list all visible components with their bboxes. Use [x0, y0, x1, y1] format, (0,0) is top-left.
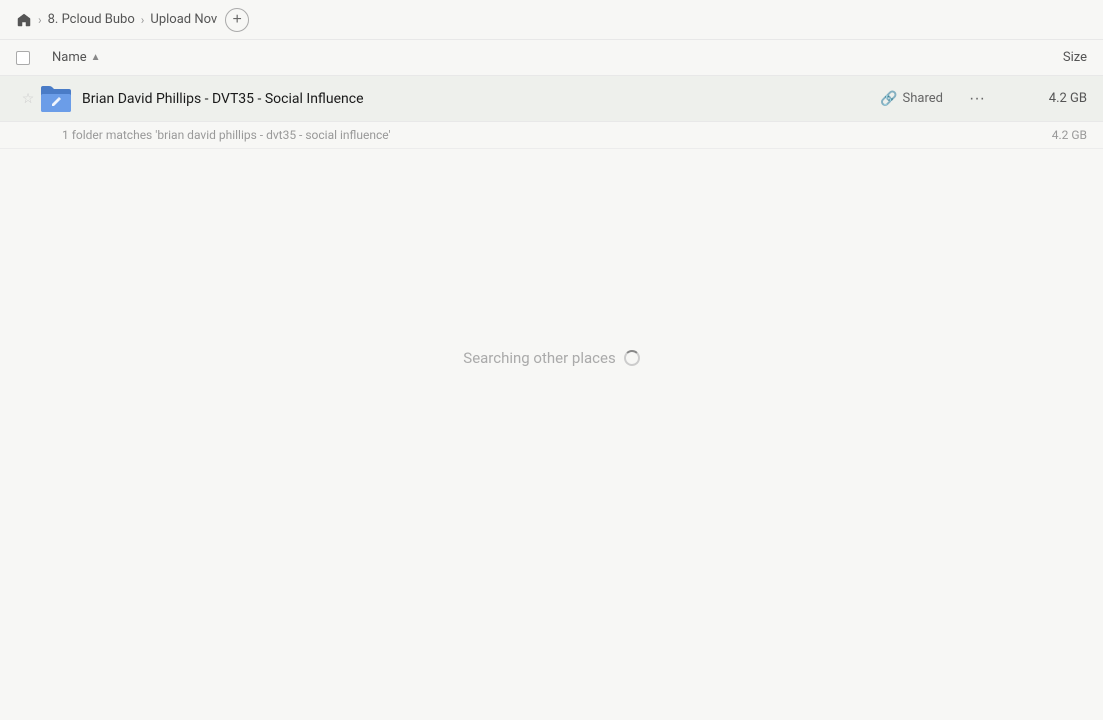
breadcrumb-add-button[interactable]: +	[225, 8, 249, 32]
link-icon: 🔗	[880, 91, 897, 107]
file-size: 4.2 GB	[1007, 91, 1087, 106]
star-button[interactable]: ☆	[16, 91, 40, 107]
breadcrumb-label-1: 8. Pcloud Bubo	[48, 12, 135, 27]
more-options-button[interactable]: ···	[963, 85, 991, 113]
match-text-row: 1 folder matches 'brian david phillips -…	[0, 122, 1103, 149]
table-header: Name ▲ Size	[0, 40, 1103, 76]
star-icon: ☆	[22, 91, 35, 107]
shared-label: Shared	[903, 91, 943, 106]
folder-icon	[40, 83, 72, 115]
breadcrumb-home[interactable]	[16, 12, 32, 28]
size-col-label: Size	[1063, 50, 1087, 65]
match-size: 4.2 GB	[1052, 128, 1087, 142]
breadcrumb-label-2: Upload Nov	[150, 12, 217, 27]
searching-section: Searching other places	[0, 149, 1103, 367]
file-name-text: Brian David Phillips - DVT35 - Social In…	[82, 91, 364, 107]
shared-badge: 🔗 Shared	[880, 91, 943, 107]
breadcrumb-sep-1: ›	[38, 13, 42, 27]
breadcrumb-item-2[interactable]: Upload Nov	[150, 12, 217, 27]
select-all-col[interactable]	[16, 51, 52, 65]
size-column-header: Size	[1007, 50, 1087, 65]
breadcrumb-item-1[interactable]: 8. Pcloud Bubo	[48, 12, 135, 27]
searching-label: Searching other places	[463, 349, 615, 367]
file-row[interactable]: ☆ Brian David Phillips - DVT35 - Social …	[0, 76, 1103, 122]
sort-arrow-icon: ▲	[91, 52, 101, 63]
file-name: Brian David Phillips - DVT35 - Social In…	[82, 91, 880, 107]
add-icon: +	[233, 11, 242, 29]
select-all-checkbox[interactable]	[16, 51, 30, 65]
home-icon	[16, 12, 32, 28]
name-col-label: Name	[52, 50, 87, 65]
file-size-text: 4.2 GB	[1049, 91, 1087, 106]
match-description: 1 folder matches 'brian david phillips -…	[62, 128, 391, 142]
more-icon: ···	[969, 90, 985, 108]
name-column-header[interactable]: Name ▲	[52, 50, 1007, 65]
loading-spinner	[624, 350, 640, 366]
breadcrumb-sep-2: ›	[141, 13, 145, 27]
breadcrumb-bar: › 8. Pcloud Bubo › Upload Nov +	[0, 0, 1103, 40]
